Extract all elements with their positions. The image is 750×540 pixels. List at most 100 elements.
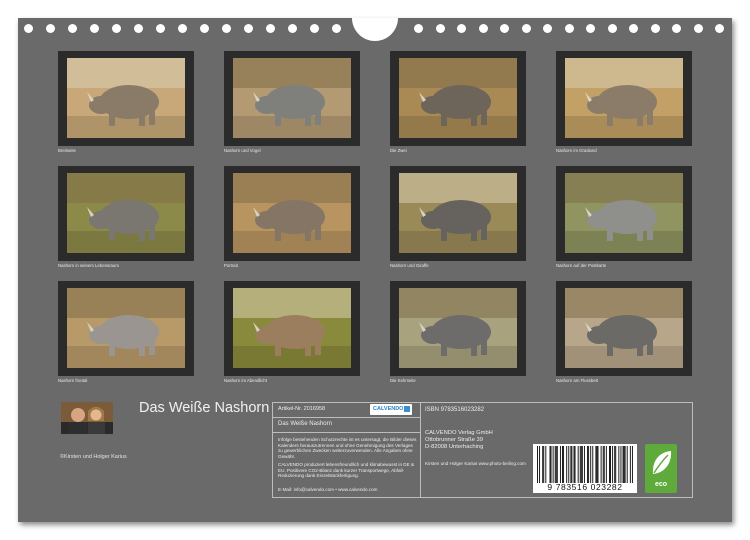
copyright-text: ©Kirsten und Holger Karius bbox=[60, 454, 127, 460]
binding-hole bbox=[672, 24, 681, 33]
barcode-bar bbox=[603, 446, 605, 483]
legal-notice: Infolge bestehenden Schutzrechte ist es … bbox=[278, 437, 417, 459]
binding-hole bbox=[310, 24, 319, 33]
barcode-bar bbox=[563, 446, 565, 483]
barcode-bar bbox=[568, 446, 570, 483]
barcode-bar bbox=[609, 446, 610, 483]
binding-hole bbox=[222, 24, 231, 33]
rhino-photo bbox=[565, 288, 683, 368]
binding-hole bbox=[521, 24, 531, 33]
barcode-bar bbox=[587, 446, 589, 483]
rhino-photo bbox=[67, 288, 185, 368]
thumbnail-frame bbox=[224, 51, 360, 146]
contact-line: E-Mail: info@calvendo.com • www.calvendo… bbox=[278, 487, 378, 492]
barcode-bar bbox=[579, 446, 581, 483]
thumbnail-frame bbox=[556, 51, 692, 146]
thumbnail-caption: Nashorn und Giraffe bbox=[390, 263, 429, 268]
barcode-bar bbox=[559, 446, 561, 483]
barcode-bar bbox=[562, 446, 563, 483]
photographer-website: Kirsten und Holger Karius www.photo-beil… bbox=[425, 461, 526, 466]
thumbnail-frame bbox=[556, 166, 692, 261]
thumbnail-frame bbox=[556, 281, 692, 376]
barcode-bar bbox=[615, 446, 617, 483]
publisher-street: Ottobrunner Straße 39 bbox=[425, 437, 484, 443]
barcode-bar bbox=[566, 446, 568, 483]
thumbnail-caption: Nashorn am Flussbett bbox=[556, 378, 599, 383]
rhino-photo bbox=[565, 173, 683, 253]
thumbnail-caption: Breitseite bbox=[58, 148, 76, 153]
thumbnail-caption: Nashorn auf der Postkarte bbox=[556, 263, 607, 268]
barcode-bar bbox=[545, 446, 547, 483]
barcode-bar bbox=[612, 446, 614, 483]
info-divider-title bbox=[272, 417, 420, 418]
barcode-bar bbox=[624, 446, 626, 483]
binding-hole bbox=[134, 24, 143, 33]
binding-hole bbox=[46, 24, 55, 33]
thumbnail-caption: Nashorn im Grasland bbox=[556, 148, 597, 153]
barcode-bar bbox=[631, 446, 633, 483]
barcode-bar bbox=[592, 446, 594, 483]
binding-hole bbox=[586, 24, 595, 33]
rhino-photo bbox=[565, 58, 683, 138]
barcode-bar bbox=[626, 446, 628, 483]
barcode-bar bbox=[597, 446, 599, 483]
barcode-bar bbox=[571, 446, 573, 483]
binding-hole bbox=[68, 24, 77, 33]
rhino-photo bbox=[67, 173, 185, 253]
thumbnail-caption: Die Zwei bbox=[390, 148, 407, 153]
thumbnail-caption: Nashorn und Vogel bbox=[224, 148, 261, 153]
barcode-bar bbox=[550, 446, 552, 483]
thumbnail-frame bbox=[390, 281, 526, 376]
barcode-bar bbox=[537, 446, 538, 483]
calvendo-logo: CALVENDO bbox=[370, 404, 412, 415]
barcode-bar bbox=[577, 446, 579, 483]
thumbnail-frame bbox=[58, 166, 194, 261]
binding-hole bbox=[90, 24, 99, 33]
barcode-bar bbox=[555, 446, 557, 483]
binding-hole bbox=[332, 24, 341, 33]
rhino-photo bbox=[67, 58, 185, 138]
barcode-bar bbox=[623, 446, 625, 483]
barcode-bar bbox=[539, 446, 541, 483]
binding-hole bbox=[650, 24, 660, 33]
barcode-bar bbox=[543, 446, 545, 483]
calvendo-logo-text: CALVENDO bbox=[373, 406, 404, 412]
barcode-bar bbox=[622, 446, 624, 483]
eco-label: eco bbox=[654, 481, 668, 488]
eco-badge: eco bbox=[645, 444, 677, 493]
barcode-bar bbox=[620, 446, 622, 483]
production-notice: CALVENDO produziert lebensfreundlich und… bbox=[278, 462, 415, 479]
binding-hole bbox=[24, 24, 33, 33]
binding-hole bbox=[200, 24, 209, 33]
barcode-bar bbox=[614, 446, 616, 483]
barcode-bar bbox=[549, 446, 551, 483]
info-divider-vertical bbox=[420, 402, 421, 498]
barcode-bar bbox=[600, 446, 602, 483]
barcode-bar bbox=[581, 446, 583, 483]
thumbnail-frame bbox=[224, 281, 360, 376]
binding-hole bbox=[543, 24, 552, 33]
barcode-bar bbox=[556, 446, 558, 483]
barcode-number: 9 783516 023282 bbox=[547, 482, 623, 492]
barcode-bar bbox=[602, 446, 604, 483]
binding-hole bbox=[266, 24, 275, 33]
barcode-bar bbox=[554, 446, 556, 483]
authors-photo bbox=[61, 402, 113, 434]
article-number: Artikel-Nr. 2016958 bbox=[278, 406, 326, 412]
calvendo-logo-square-icon bbox=[404, 406, 410, 412]
barcode-bar bbox=[629, 446, 631, 483]
barcode-bar bbox=[542, 446, 544, 483]
barcode-bar bbox=[570, 446, 572, 483]
binding-hole bbox=[156, 24, 165, 33]
binding-hole bbox=[607, 24, 617, 33]
binding-hole bbox=[564, 24, 574, 33]
thumbnail-caption: Die Kehrseite bbox=[390, 378, 416, 383]
calendar-title: Das Weiße Nashorn bbox=[139, 400, 270, 416]
barcode-bar bbox=[574, 446, 576, 483]
barcode-bar bbox=[588, 446, 590, 483]
binding-hole bbox=[629, 24, 638, 33]
barcode-bar bbox=[580, 446, 582, 483]
thumbnail-frame bbox=[224, 166, 360, 261]
thumbnail-caption: Portrait bbox=[224, 263, 238, 268]
leaf-icon bbox=[652, 451, 672, 474]
